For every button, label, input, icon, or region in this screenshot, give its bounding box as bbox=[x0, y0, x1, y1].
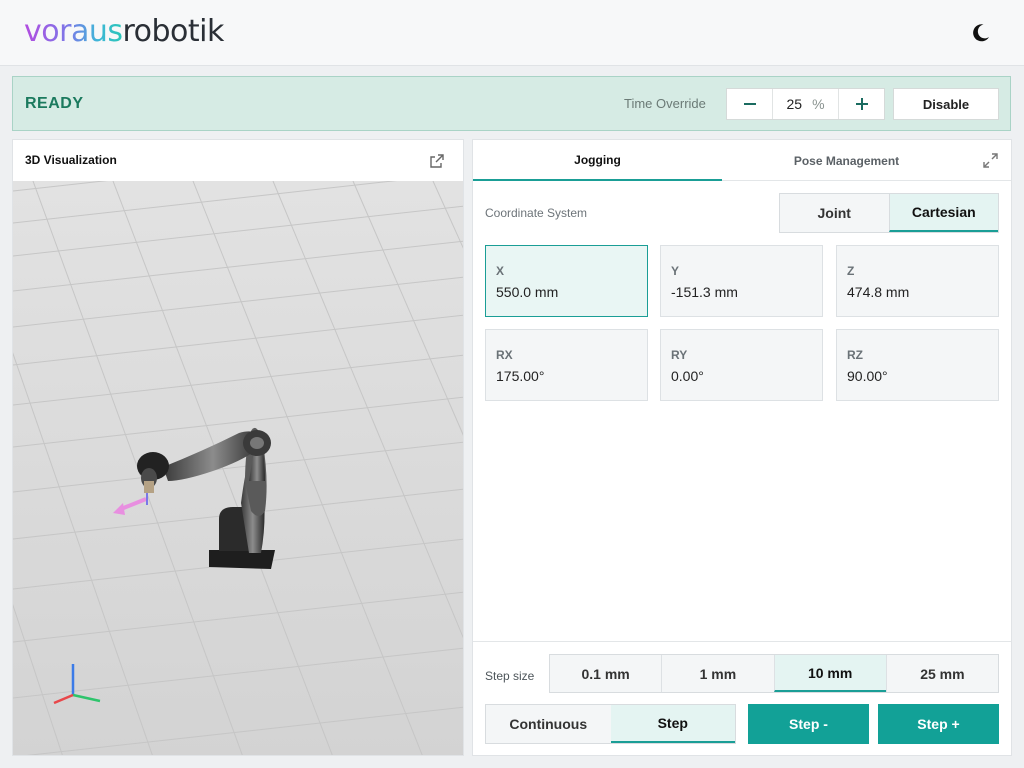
robot-status-bar: READY Time Override 25 % Disable bbox=[12, 76, 1011, 131]
visualization-header: 3D Visualization bbox=[13, 140, 463, 181]
moon-icon bbox=[973, 24, 989, 42]
mode-step[interactable]: Step bbox=[610, 705, 735, 743]
step-size-option[interactable]: 10 mm bbox=[773, 655, 886, 692]
step-size-option[interactable]: 25 mm bbox=[885, 655, 998, 692]
coord-value: 0.00° bbox=[671, 368, 704, 384]
coord-label: RX bbox=[496, 348, 513, 362]
coord-label: RZ bbox=[847, 348, 863, 362]
theme-toggle-button[interactable] bbox=[966, 18, 994, 46]
coord-card-z[interactable]: Z 474.8 mm bbox=[836, 245, 999, 317]
coord-card-x[interactable]: X 550.0 mm bbox=[485, 245, 648, 317]
app-header: vorausrobotik bbox=[0, 0, 1024, 66]
step-size-option[interactable]: 0.1 mm bbox=[550, 655, 662, 692]
step-minus-button[interactable]: Step - bbox=[748, 704, 869, 744]
coord-card-y[interactable]: Y -151.3 mm bbox=[660, 245, 823, 317]
decrease-override-button[interactable] bbox=[727, 89, 772, 119]
logo-suffix-part: robotik bbox=[122, 14, 224, 49]
coordinate-system-joint[interactable]: Joint bbox=[780, 194, 889, 232]
floor bbox=[13, 181, 463, 755]
coord-value: 90.00° bbox=[847, 368, 888, 384]
coordinate-system-label: Coordinate System bbox=[485, 206, 588, 220]
coord-label: Y bbox=[671, 264, 680, 278]
disable-button[interactable]: Disable bbox=[893, 88, 999, 120]
logo-brand-part: voraus bbox=[24, 14, 123, 49]
time-override-stepper: 25 % bbox=[726, 88, 885, 120]
jogging-panel: Jogging Pose Management Coordinate Syste… bbox=[472, 139, 1012, 756]
coord-label: Z bbox=[847, 264, 855, 278]
mode-continuous[interactable]: Continuous bbox=[486, 705, 611, 743]
step-plus-button[interactable]: Step + bbox=[878, 704, 999, 744]
step-size-label: Step size bbox=[485, 669, 535, 683]
coord-value: -151.3 mm bbox=[671, 284, 738, 300]
step-size-option[interactable]: 1 mm bbox=[661, 655, 774, 692]
time-override-value: 25 bbox=[786, 96, 803, 112]
expand-icon bbox=[983, 153, 998, 168]
robot-state: READY bbox=[25, 95, 84, 112]
jog-mode-selector: Continuous Step bbox=[485, 704, 736, 744]
coordinate-system-selector: Joint Cartesian bbox=[779, 193, 999, 233]
coord-card-rz[interactable]: RZ 90.00° bbox=[836, 329, 999, 401]
coord-label: RY bbox=[671, 348, 688, 362]
increase-override-button[interactable] bbox=[839, 89, 884, 119]
jogging-tabs: Jogging Pose Management bbox=[473, 140, 1011, 181]
coord-card-rx[interactable]: RX 175.00° bbox=[485, 329, 648, 401]
tab-pose-management[interactable]: Pose Management bbox=[722, 140, 971, 181]
open-external-button[interactable] bbox=[429, 153, 445, 169]
coord-label: X bbox=[496, 264, 505, 278]
robot-scene bbox=[13, 140, 463, 755]
expand-panel-button[interactable] bbox=[983, 153, 998, 168]
visualization-canvas[interactable] bbox=[13, 140, 463, 755]
jogging-controls: Step size 0.1 mm 1 mm 10 mm 25 mm Contin… bbox=[473, 641, 1011, 755]
time-override-input[interactable]: 25 % bbox=[772, 89, 839, 119]
coordinate-system-cartesian[interactable]: Cartesian bbox=[888, 194, 998, 232]
coord-card-ry[interactable]: RY 0.00° bbox=[660, 329, 823, 401]
external-link-icon bbox=[430, 154, 444, 168]
plus-icon bbox=[855, 98, 868, 110]
visualization-title: 3D Visualization bbox=[25, 153, 117, 167]
coord-value: 175.00° bbox=[496, 368, 545, 384]
time-override-unit: % bbox=[812, 96, 825, 112]
coord-value: 550.0 mm bbox=[496, 284, 559, 300]
tab-jogging[interactable]: Jogging bbox=[473, 140, 722, 181]
step-size-selector: 0.1 mm 1 mm 10 mm 25 mm bbox=[549, 654, 999, 693]
minus-icon bbox=[743, 103, 756, 105]
coord-value: 474.8 mm bbox=[847, 284, 910, 300]
time-override-label: Time Override bbox=[624, 96, 706, 111]
visualization-panel: 3D Visualization bbox=[12, 139, 464, 756]
logo: vorausrobotik bbox=[24, 14, 224, 50]
